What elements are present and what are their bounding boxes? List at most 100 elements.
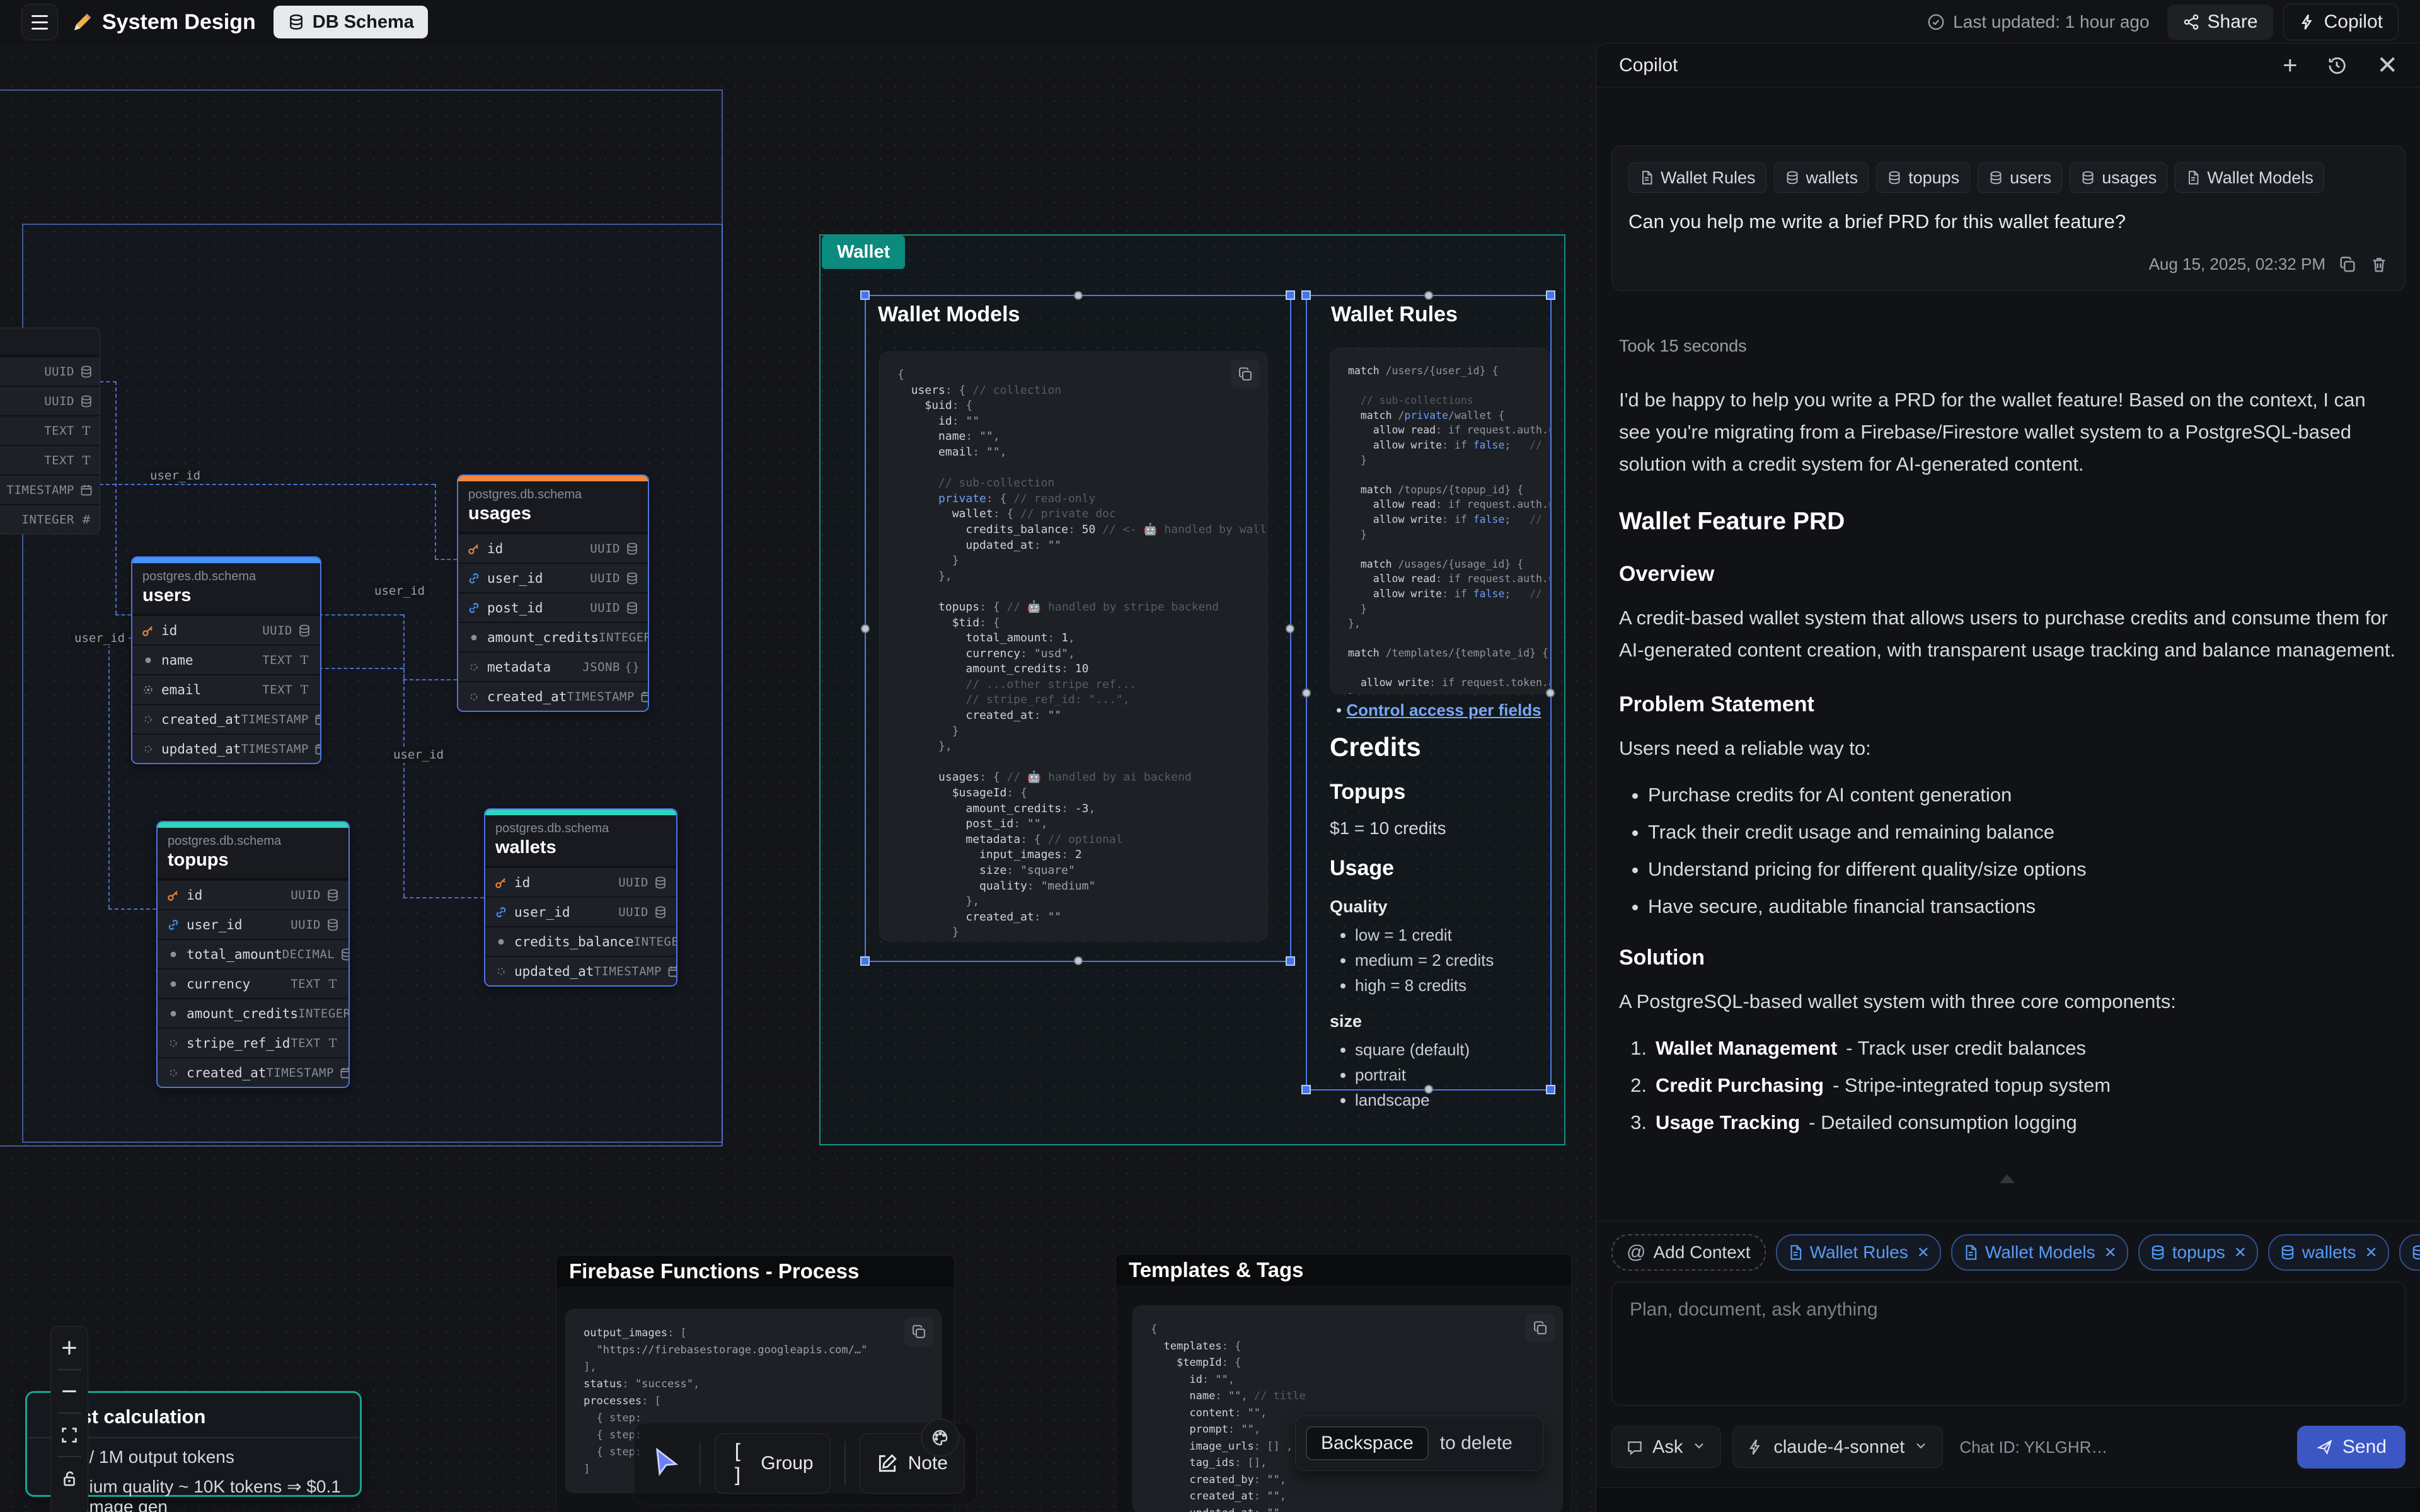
prompt-input-card (1611, 1282, 2406, 1406)
context-chip-wallets[interactable]: wallets (1774, 163, 1869, 193)
chat-scroll-area[interactable]: Wallet Rules walletstopups users usages Wall… (1596, 88, 2420, 1221)
column-name: id (187, 888, 202, 903)
column-name: amount_credits (487, 630, 599, 645)
copy-icon[interactable] (2338, 255, 2357, 274)
close-panel-button[interactable]: ✕ (2377, 53, 2398, 78)
prompt-input[interactable] (1612, 1283, 2405, 1405)
new-chat-button[interactable]: + (2283, 53, 2297, 78)
table-usages[interactable]: postgres.db.schemausagesidUUIDuser_idUUI… (457, 474, 649, 712)
templates-tags-code[interactable]: { templates: { $tempId: { id: "", name: … (1132, 1305, 1563, 1512)
wallet-models-code[interactable]: { users: { // collection $uid: { id: "" … (879, 352, 1268, 941)
table-row-total_amount[interactable]: total_amountDECIMAL (158, 939, 349, 968)
table-row-id[interactable]: idUUID (132, 615, 320, 644)
credits-section[interactable]: Credits Topups $1 = 10 credits Usage Qua… (1330, 732, 1563, 1116)
message-timestamp: Aug 15, 2025, 02:32 PM (2149, 255, 2325, 274)
style-palette-button[interactable] (921, 1419, 959, 1457)
list-item: low = 1 credit (1355, 925, 1563, 945)
model-select[interactable]: claude-4-sonnet (1732, 1426, 1943, 1468)
db-icon (625, 601, 639, 615)
context-chip-topups[interactable]: topups✕ (2138, 1234, 2258, 1271)
group-button[interactable]: [ ] Group (715, 1433, 831, 1494)
table-row[interactable]: UUID (0, 356, 100, 386)
zoom-in-button[interactable]: + (51, 1327, 88, 1369)
table-row-id[interactable]: idUUID (485, 867, 676, 896)
wallet-rules-code[interactable]: match /users/{user_id} { // sub-collecti… (1330, 348, 1550, 694)
table-row[interactable]: INTEGER# (0, 504, 100, 534)
context-chip-users[interactable]: users (1978, 163, 2062, 193)
zoom-out-button[interactable]: − (51, 1370, 88, 1412)
table-row-id[interactable]: id UUID (158, 879, 349, 909)
column-type: INTEGER (21, 513, 74, 527)
dot-icon (166, 948, 180, 961)
table-row[interactable]: TEXTT (0, 445, 100, 474)
wallet-models-title[interactable]: Wallet Models (878, 302, 1020, 327)
column-type: DECIMAL (282, 948, 335, 961)
chip-remove-icon[interactable]: ✕ (2365, 1244, 2378, 1262)
fit-screen-button[interactable] (51, 1414, 88, 1456)
table-row-amount_credits[interactable]: amount_creditsINTEGER# (158, 998, 349, 1028)
table-row-stripe_ref_id[interactable]: stripe_ref_idTEXTT (158, 1028, 349, 1057)
table-row-credits_balance[interactable]: credits_balanceINTEGER# (485, 926, 676, 956)
table-row[interactable]: TEXTT (0, 415, 100, 445)
send-button[interactable]: Send (2297, 1426, 2406, 1469)
mode-select[interactable]: Ask (1611, 1426, 1721, 1468)
table-name: wallets (495, 837, 666, 858)
column-type: UUID (291, 888, 321, 902)
table-row-updated_at[interactable]: updated_atTIMESTAMP (485, 956, 676, 985)
chip-remove-icon[interactable]: ✕ (2234, 1244, 2247, 1262)
control-access-link[interactable]: Control access per fields (1346, 701, 1541, 719)
tab-db-schema[interactable]: DB Schema (274, 6, 428, 38)
wallet-frame-label[interactable]: Wallet (822, 236, 905, 269)
context-chip-topups[interactable]: topups (1876, 163, 1970, 193)
last-updated-text: Last updated: 1 hour ago (1953, 12, 2149, 32)
context-chip-wallets[interactable]: wallets✕ (2268, 1234, 2389, 1271)
context-chip-wallet-models[interactable]: Wallet Models (2175, 163, 2324, 193)
table-wallets[interactable]: postgres.db.schemawalletsidUUIDuser_idUU… (484, 808, 677, 987)
table-row-created_at[interactable]: created_atTIMESTAMP (158, 1057, 349, 1087)
scroll-indicator (2000, 1174, 2015, 1183)
table-row-created_at[interactable]: created_atTIMESTAMP (132, 704, 320, 733)
menu-button[interactable] (21, 4, 58, 40)
share-button[interactable]: Share (2167, 4, 2273, 40)
add-context-button[interactable]: @ Add Context (1611, 1234, 1766, 1271)
table-row-name[interactable]: nameTEXTT (132, 644, 320, 674)
table-row-metadata[interactable]: metadataJSONB{} (458, 651, 648, 681)
key-icon (166, 888, 180, 902)
copy-icon[interactable] (904, 1317, 933, 1346)
table-row-id[interactable]: idUUID (458, 533, 648, 563)
chip-remove-icon[interactable]: ✕ (2104, 1244, 2117, 1262)
column-name: created_at (487, 689, 567, 704)
table-row[interactable]: UUID (0, 386, 100, 415)
column-name: email (161, 682, 201, 697)
relation-label: user_id (371, 583, 429, 599)
chip-remove-icon[interactable]: ✕ (1917, 1244, 1930, 1262)
context-chip-usages[interactable]: usages (2070, 163, 2167, 193)
copilot-button[interactable]: Copilot (2283, 4, 2399, 40)
context-chip-wallet-rules[interactable]: Wallet Rules (1628, 163, 1766, 193)
lock-button[interactable] (51, 1457, 88, 1499)
table-row-amount_credits[interactable]: amount_creditsINTEGER# (458, 622, 648, 651)
table-row-updated_at[interactable]: updated_atTIMESTAMP (132, 733, 320, 763)
table-row-user_id[interactable]: user_idUUID (158, 909, 349, 939)
table-row-currency[interactable]: currencyTEXTT (158, 968, 349, 998)
table-row-post_id[interactable]: post_idUUID (458, 592, 648, 622)
table-row-email[interactable]: emailTEXTT (132, 674, 320, 704)
table-row[interactable]: TIMESTAMP (0, 474, 100, 504)
copy-icon[interactable] (1526, 1314, 1555, 1343)
context-chip-users[interactable]: users✕ (2399, 1234, 2420, 1271)
table-topups[interactable]: postgres.db.schematopupsidUUIDuser_idUUI… (156, 821, 350, 1088)
table-partial[interactable]: UUIDUUIDTEXTTTEXTTTIMESTAMPINTEGER# (0, 328, 100, 534)
table-row-user_id[interactable]: user_idUUID (485, 896, 676, 926)
context-chip-wallet-rules[interactable]: Wallet Rules✕ (1776, 1234, 1941, 1271)
copy-icon[interactable] (1231, 360, 1260, 389)
table-row-created_at[interactable]: created_atTIMESTAMP (458, 681, 648, 711)
wallet-rules-title[interactable]: Wallet Rules (1331, 302, 1458, 327)
context-chip-wallet-models[interactable]: Wallet Models✕ (1951, 1234, 2128, 1271)
list-item: Have secure, auditable financial transac… (1648, 893, 2399, 919)
table-row-user_id[interactable]: user_idUUID (458, 563, 648, 592)
trash-icon[interactable] (2370, 255, 2388, 274)
table-users[interactable]: postgres.db.schemausersidUUIDnameTEXTTem… (131, 556, 321, 764)
app-window: Wallet user_id user_id user_id user_id U… (0, 0, 2420, 1512)
column-name: user_id (514, 905, 570, 920)
history-button[interactable] (2326, 55, 2348, 76)
